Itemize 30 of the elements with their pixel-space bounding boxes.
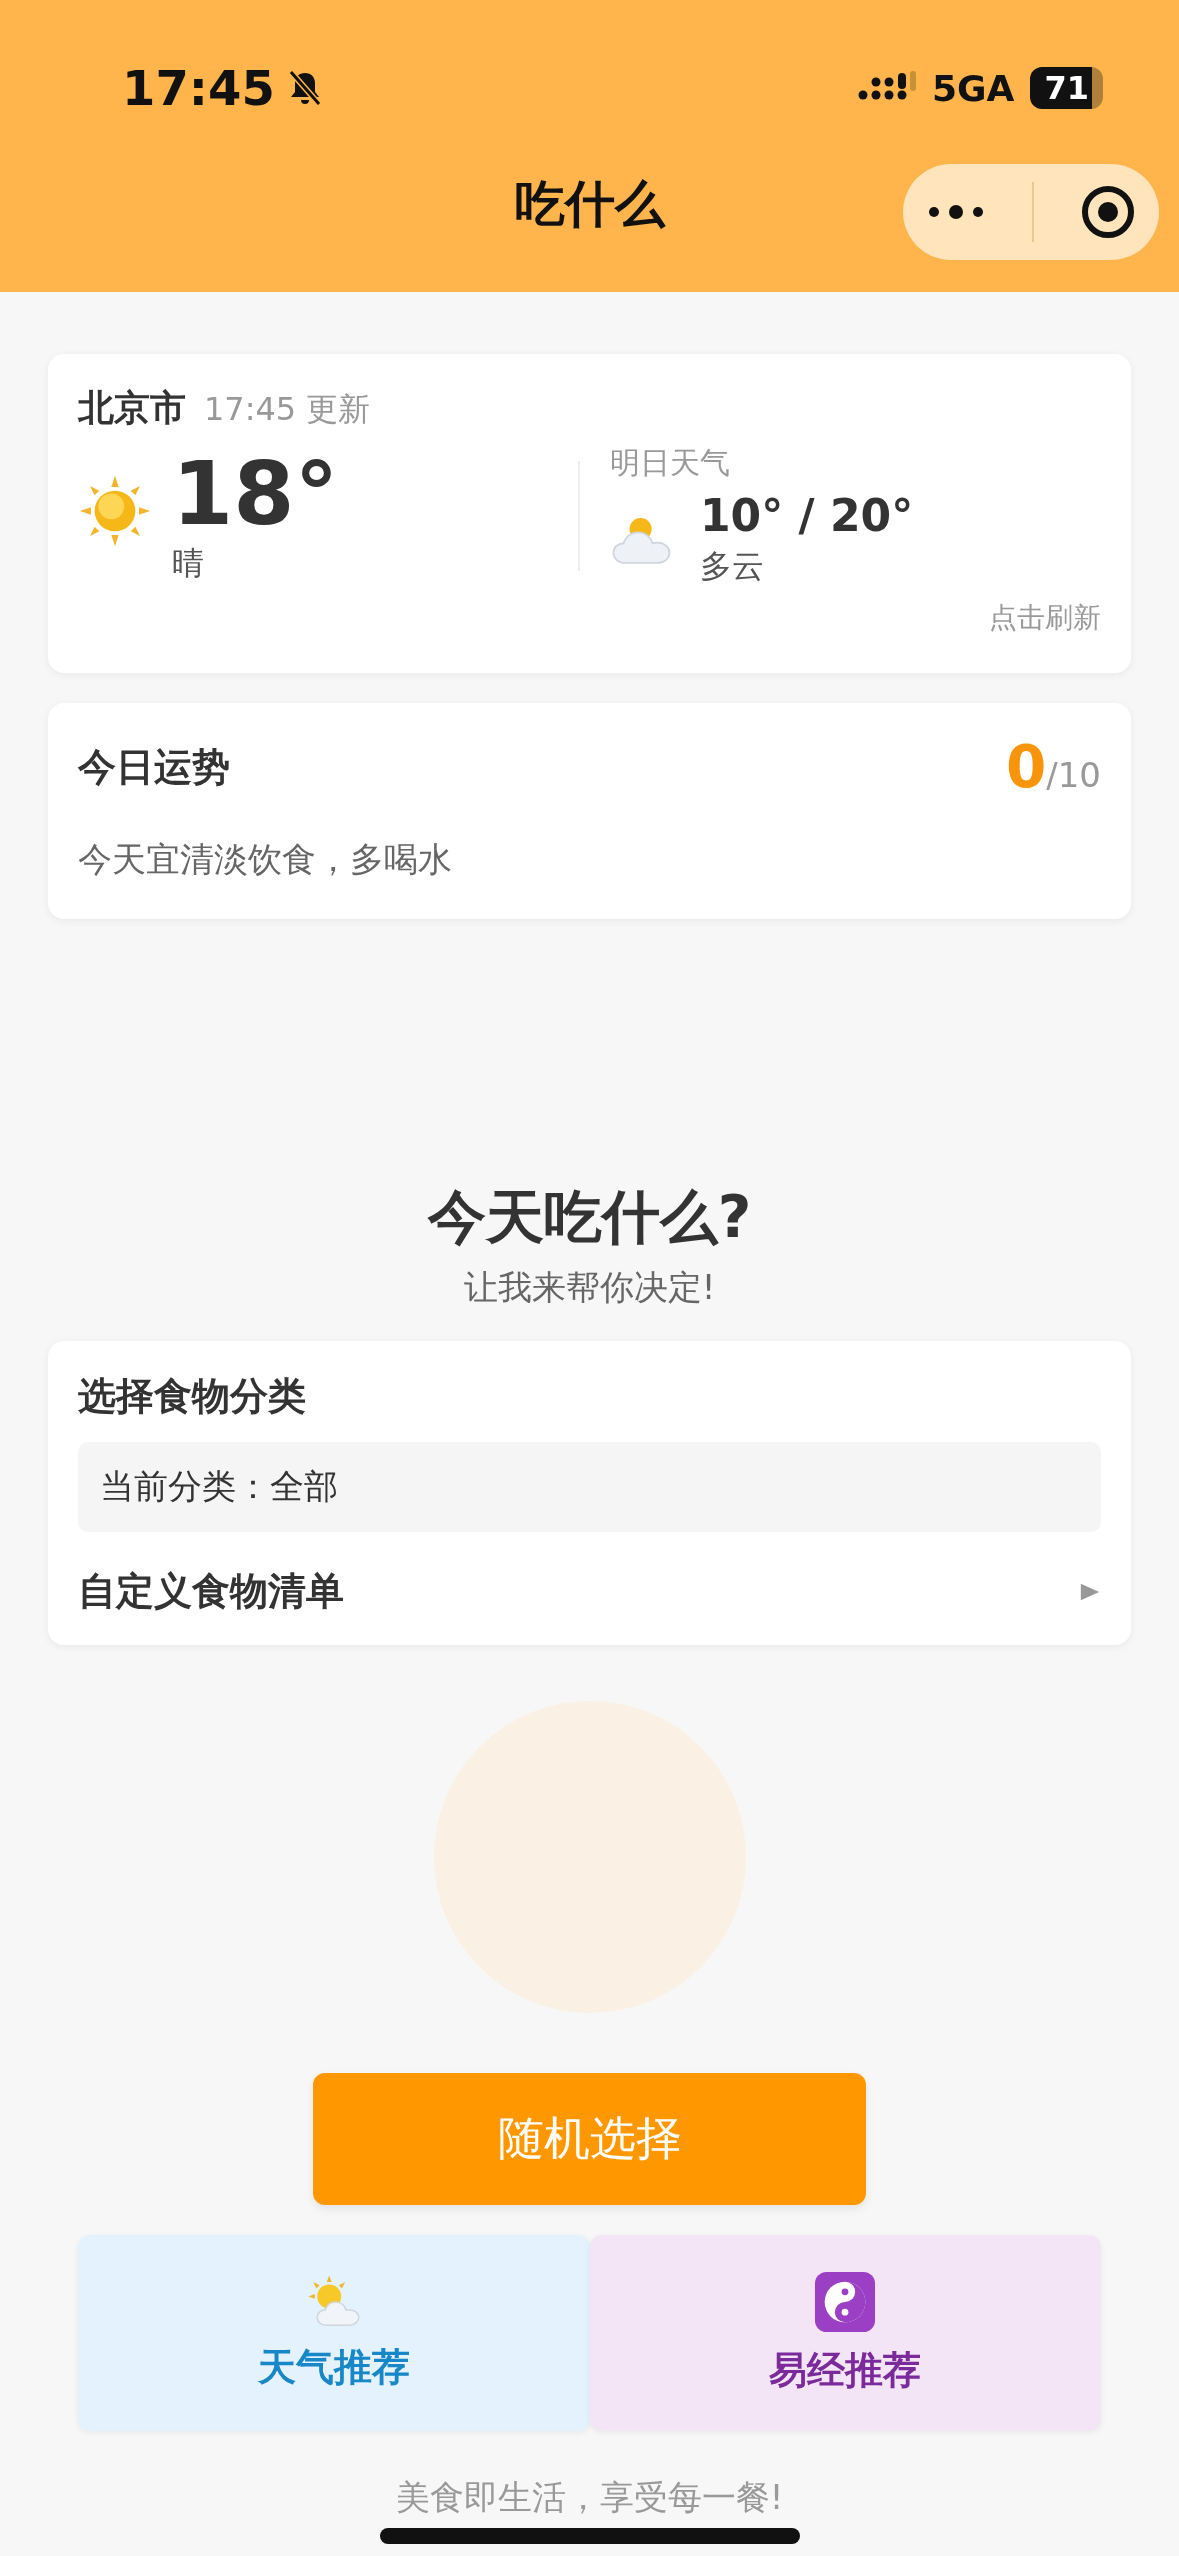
- fortune-title: 今日运势: [78, 743, 230, 791]
- tomorrow-label: 明日天气: [610, 444, 731, 482]
- recommend-label: 易经推荐: [769, 2346, 922, 2394]
- weather-card[interactable]: 北京市 17:45 更新 18° 晴 明日天气 10° / 20° 多云 点击刷新: [48, 354, 1131, 673]
- weather-condition: 晴: [172, 543, 205, 584]
- battery-indicator: 71: [1030, 67, 1103, 109]
- hero-subtitle: 让我来帮你决定!: [463, 1266, 716, 1309]
- network-label: 5GA: [932, 67, 1015, 109]
- recommend-label: 天气推荐: [257, 2343, 410, 2391]
- city-name: 北京市: [78, 386, 186, 430]
- custom-list-row[interactable]: 自定义食物清单: [78, 1566, 1101, 1617]
- footer-slogan: 美食即生活，享受每一餐!: [395, 2476, 784, 2519]
- recommend-tile[interactable]: 易经推荐: [589, 2235, 1101, 2431]
- hero-title: 今天吃什么?: [427, 1182, 752, 1253]
- score-max: /10: [1046, 755, 1101, 795]
- more-icon[interactable]: [926, 202, 986, 222]
- yin-yang-icon: [814, 2270, 877, 2333]
- recommend-tile[interactable]: 天气推荐: [78, 2235, 590, 2431]
- page-title: 吃什么: [514, 173, 665, 235]
- status-time: 17:45: [122, 60, 275, 116]
- update-time: 17:45 更新: [204, 389, 371, 430]
- close-target-icon[interactable]: [1080, 184, 1136, 240]
- current-temperature: 18°: [172, 446, 339, 542]
- category-selector[interactable]: 当前分类：全部: [78, 1442, 1101, 1532]
- tomorrow-temperature: 10° / 20°: [700, 490, 914, 541]
- fortune-advice: 今天宜清淡饮食，多喝水: [78, 838, 453, 881]
- sun-icon: [78, 474, 152, 548]
- fortune-score: 0: [1005, 733, 1047, 801]
- category-title: 选择食物分类: [78, 1373, 307, 1420]
- tomorrow-condition: 多云: [700, 546, 765, 587]
